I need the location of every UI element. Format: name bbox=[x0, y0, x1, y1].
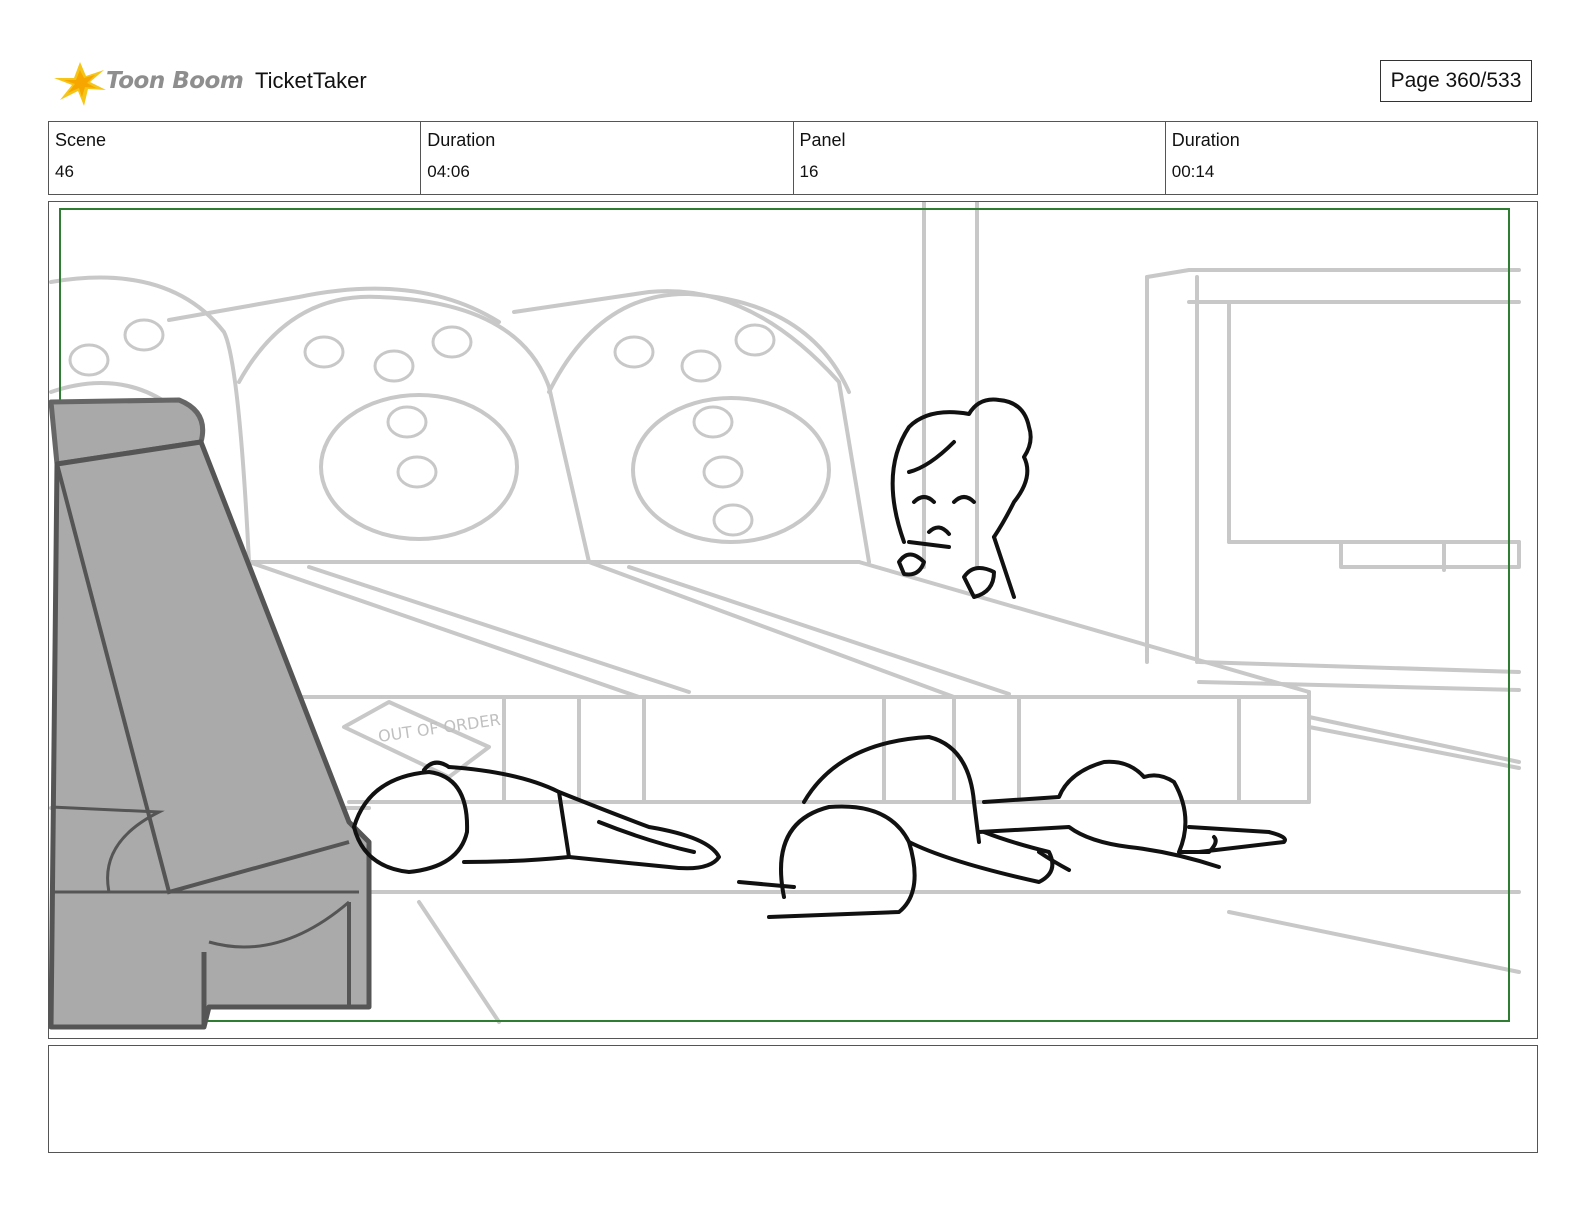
foreground-seat bbox=[49, 397, 372, 1030]
out-of-order-sign-text: OUT OF ORDER bbox=[377, 710, 502, 746]
scene-value: 46 bbox=[55, 162, 74, 181]
scene-duration-cell: Duration 04:06 bbox=[421, 122, 794, 194]
page-header: Toon Boom TicketTaker Page 360/533 bbox=[50, 54, 1540, 110]
starburst-icon bbox=[54, 62, 106, 106]
girl-character bbox=[890, 397, 1033, 599]
panel-value: 16 bbox=[799, 162, 819, 181]
panel-cell: Panel 16 bbox=[794, 122, 1166, 194]
project-title: TicketTaker bbox=[255, 68, 367, 93]
panel-sketch: OUT OF ORDER bbox=[49, 202, 1521, 1030]
scene-label: Scene bbox=[55, 130, 107, 150]
scene-cell: Scene 46 bbox=[49, 122, 422, 194]
brand-name: Toon Boom bbox=[106, 68, 244, 94]
panel-duration-cell: Duration 00:14 bbox=[1166, 122, 1537, 194]
lying-kid-left bbox=[352, 760, 721, 874]
panel-duration-value: 00:14 bbox=[1171, 162, 1215, 181]
storyboard-panel: OUT OF ORDER bbox=[48, 201, 1538, 1039]
scene-duration-value: 04:06 bbox=[427, 162, 470, 181]
panel-notes-box bbox=[48, 1045, 1538, 1153]
scene-info-table: Scene 46 Duration 04:06 Panel 16 Duratio… bbox=[48, 121, 1538, 195]
page-counter: Page 360/533 bbox=[1380, 60, 1532, 102]
panel-label: Panel bbox=[799, 130, 846, 150]
toon-boom-logo: Toon Boom bbox=[50, 56, 250, 110]
panel-duration-label: Duration bbox=[1171, 130, 1240, 150]
scene-duration-label: Duration bbox=[427, 130, 496, 150]
